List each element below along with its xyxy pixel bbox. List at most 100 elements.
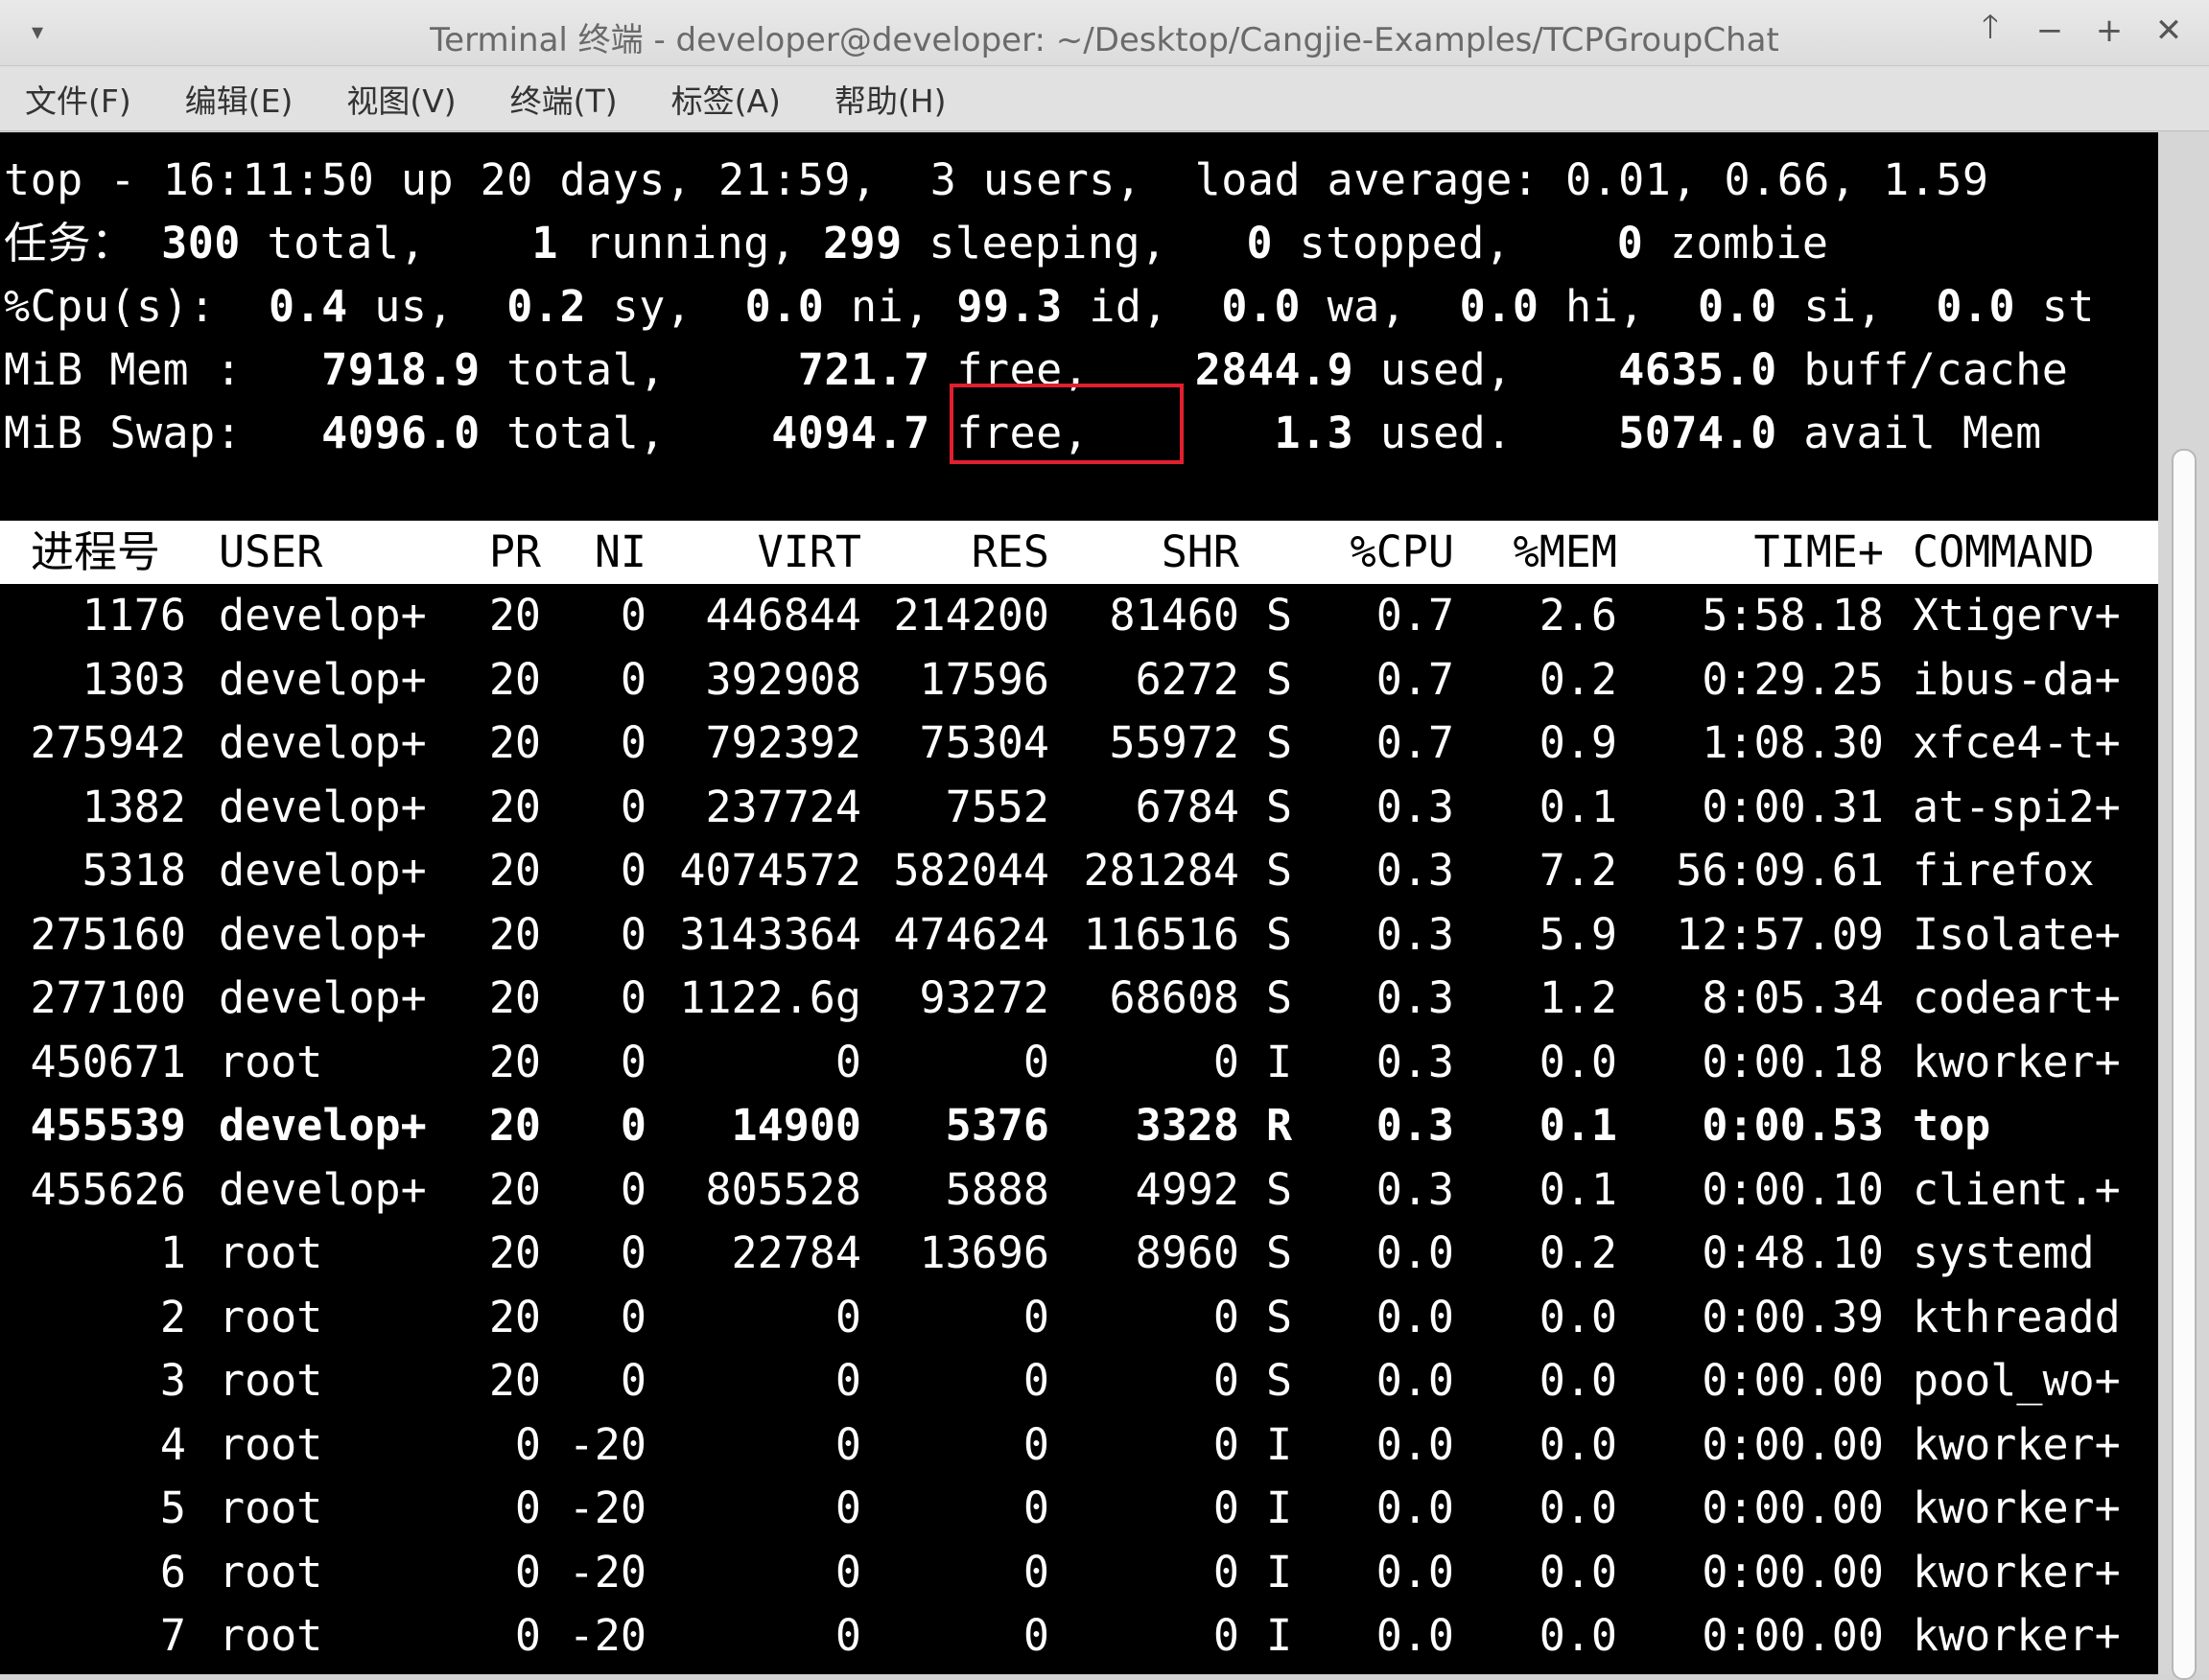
col-cpu: 0.7 bbox=[1375, 717, 1454, 768]
col-shr: 0 bbox=[1212, 1418, 1239, 1470]
col-mem: 0.0 bbox=[1539, 1291, 1617, 1342]
swap-label: MiB Swap: bbox=[4, 408, 243, 458]
col-mem: 0.9 bbox=[1539, 717, 1617, 768]
swap-total: 4096.0 bbox=[321, 408, 481, 458]
tasks-sleeping-label: sleeping, bbox=[902, 218, 1167, 268]
col-s: S bbox=[1266, 590, 1293, 641]
col-time: 56:09.61 bbox=[1676, 845, 1884, 896]
title-bar[interactable]: ▾ Terminal 终端 - developer@developer: ~/D… bbox=[0, 0, 2209, 66]
col-time: 0:00.10 bbox=[1702, 1163, 1884, 1215]
col-mem: 0.0 bbox=[1539, 1355, 1617, 1406]
maximize-button[interactable]: + bbox=[2090, 12, 2128, 50]
col-cpu: 0.0 bbox=[1375, 1546, 1454, 1598]
swap-avail-mem: 5074.0 bbox=[1618, 408, 1777, 458]
col-virt: 1122.6g bbox=[679, 972, 861, 1023]
col-command: kthreadd bbox=[1913, 1291, 2121, 1342]
keep-above-button[interactable]: 🡑 bbox=[1971, 8, 2009, 50]
col-cpu: 0.3 bbox=[1375, 781, 1454, 832]
col-cpu: 0.3 bbox=[1375, 1100, 1454, 1151]
close-button[interactable]: ✕ bbox=[2150, 12, 2188, 50]
col-pid: 277100 bbox=[30, 972, 186, 1023]
terminal-output[interactable]: top - 16:11:50 up 20 days, 21:59, 3 user… bbox=[0, 132, 2158, 1674]
scrollbar-thumb[interactable] bbox=[2172, 449, 2197, 1680]
tasks-sleeping: 299 bbox=[822, 218, 903, 268]
top-uptime: up 20 days, 21:59, 3 users, load average… bbox=[374, 154, 1565, 205]
col-virt: 0 bbox=[834, 1610, 861, 1661]
col-virt: 3143364 bbox=[679, 908, 861, 960]
col-res: 0 bbox=[1022, 1418, 1049, 1470]
col-time: 0:00.00 bbox=[1702, 1418, 1884, 1470]
col-pid: 5 bbox=[159, 1482, 186, 1533]
col-res: 7552 bbox=[945, 781, 1049, 832]
col-pid: 1382 bbox=[82, 781, 186, 832]
tasks-stopped-label: stopped, bbox=[1273, 218, 1512, 268]
col-mem: 0.2 bbox=[1539, 1227, 1617, 1278]
col-pr: 20 bbox=[488, 1227, 541, 1278]
col-mem: 0.1 bbox=[1539, 781, 1617, 832]
col-mem: 0.0 bbox=[1539, 1610, 1617, 1661]
header-pid: 进程号 bbox=[31, 526, 161, 577]
col-time: 8:05.34 bbox=[1702, 972, 1884, 1023]
col-command: Isolate+ bbox=[1913, 908, 2121, 960]
menu-file[interactable]: 文件(F) bbox=[25, 76, 131, 122]
top-load-average: 0.01, 0.66, 1.59 bbox=[1564, 154, 1989, 205]
col-shr: 55972 bbox=[1109, 717, 1239, 768]
col-res: 582044 bbox=[893, 845, 1049, 896]
col-res: 0 bbox=[1022, 1036, 1049, 1087]
minimize-button[interactable]: − bbox=[2031, 12, 2069, 50]
col-res: 75304 bbox=[919, 717, 1049, 768]
col-command: Xtigerv+ bbox=[1913, 590, 2121, 641]
col-command: kworker+ bbox=[1913, 1482, 2121, 1533]
menu-tabs[interactable]: 标签(A) bbox=[671, 76, 781, 122]
col-user: root bbox=[219, 1036, 323, 1087]
col-s: I bbox=[1266, 1418, 1293, 1470]
col-pr: 0 bbox=[514, 1610, 541, 1661]
col-time: 0:00.39 bbox=[1702, 1291, 1884, 1342]
mem-free: 721.7 bbox=[797, 344, 930, 395]
col-pr: 0 bbox=[514, 1482, 541, 1533]
col-command: xfce4-t+ bbox=[1913, 717, 2121, 768]
tasks-label: 任务： bbox=[4, 218, 135, 268]
col-shr: 0 bbox=[1212, 1355, 1239, 1406]
col-user: develop+ bbox=[219, 845, 427, 896]
col-cpu: 0.0 bbox=[1375, 1418, 1454, 1470]
col-shr: 3328 bbox=[1135, 1100, 1239, 1151]
col-res: 0 bbox=[1022, 1546, 1049, 1598]
col-cpu: 0.0 bbox=[1375, 1227, 1454, 1278]
col-cpu: 0.0 bbox=[1375, 1355, 1454, 1406]
mem-used: 2844.9 bbox=[1194, 344, 1354, 395]
top-prefix: top - bbox=[4, 154, 163, 205]
col-pr: 20 bbox=[488, 1163, 541, 1215]
tasks-zombie-label: zombie bbox=[1643, 218, 1829, 268]
cpu-us: 0.4 bbox=[268, 281, 348, 332]
col-command: kworker+ bbox=[1913, 1036, 2121, 1087]
col-ni: -20 bbox=[568, 1546, 646, 1598]
menu-edit[interactable]: 编辑(E) bbox=[185, 76, 294, 122]
col-pid: 1303 bbox=[82, 653, 186, 705]
col-pid: 275160 bbox=[30, 908, 186, 960]
menu-help[interactable]: 帮助(H) bbox=[834, 76, 947, 122]
col-res: 0 bbox=[1022, 1610, 1049, 1661]
col-pr: 20 bbox=[488, 717, 541, 768]
menu-view[interactable]: 视图(V) bbox=[346, 76, 456, 122]
col-pid: 275942 bbox=[30, 717, 186, 768]
col-shr: 0 bbox=[1212, 1036, 1239, 1087]
swap-used: 1.3 bbox=[1274, 408, 1354, 458]
col-res: 0 bbox=[1022, 1482, 1049, 1533]
menu-terminal[interactable]: 终端(T) bbox=[510, 76, 618, 122]
col-shr: 0 bbox=[1212, 1482, 1239, 1533]
col-s: S bbox=[1266, 781, 1293, 832]
col-command: kworker+ bbox=[1913, 1546, 2121, 1598]
col-cpu: 0.3 bbox=[1375, 908, 1454, 960]
col-user: root bbox=[219, 1291, 323, 1342]
col-s: I bbox=[1266, 1482, 1293, 1533]
col-command: ibus-da+ bbox=[1913, 653, 2121, 705]
col-virt: 0 bbox=[834, 1036, 861, 1087]
header-pr: PR bbox=[488, 526, 541, 577]
col-user: develop+ bbox=[219, 908, 427, 960]
window-controls: 🡑 − + ✕ bbox=[1971, 8, 2188, 51]
col-mem: 2.6 bbox=[1539, 590, 1617, 641]
col-pid: 4 bbox=[159, 1418, 186, 1470]
scrollbar-track[interactable] bbox=[2158, 132, 2209, 1680]
col-virt: 792392 bbox=[705, 717, 861, 768]
